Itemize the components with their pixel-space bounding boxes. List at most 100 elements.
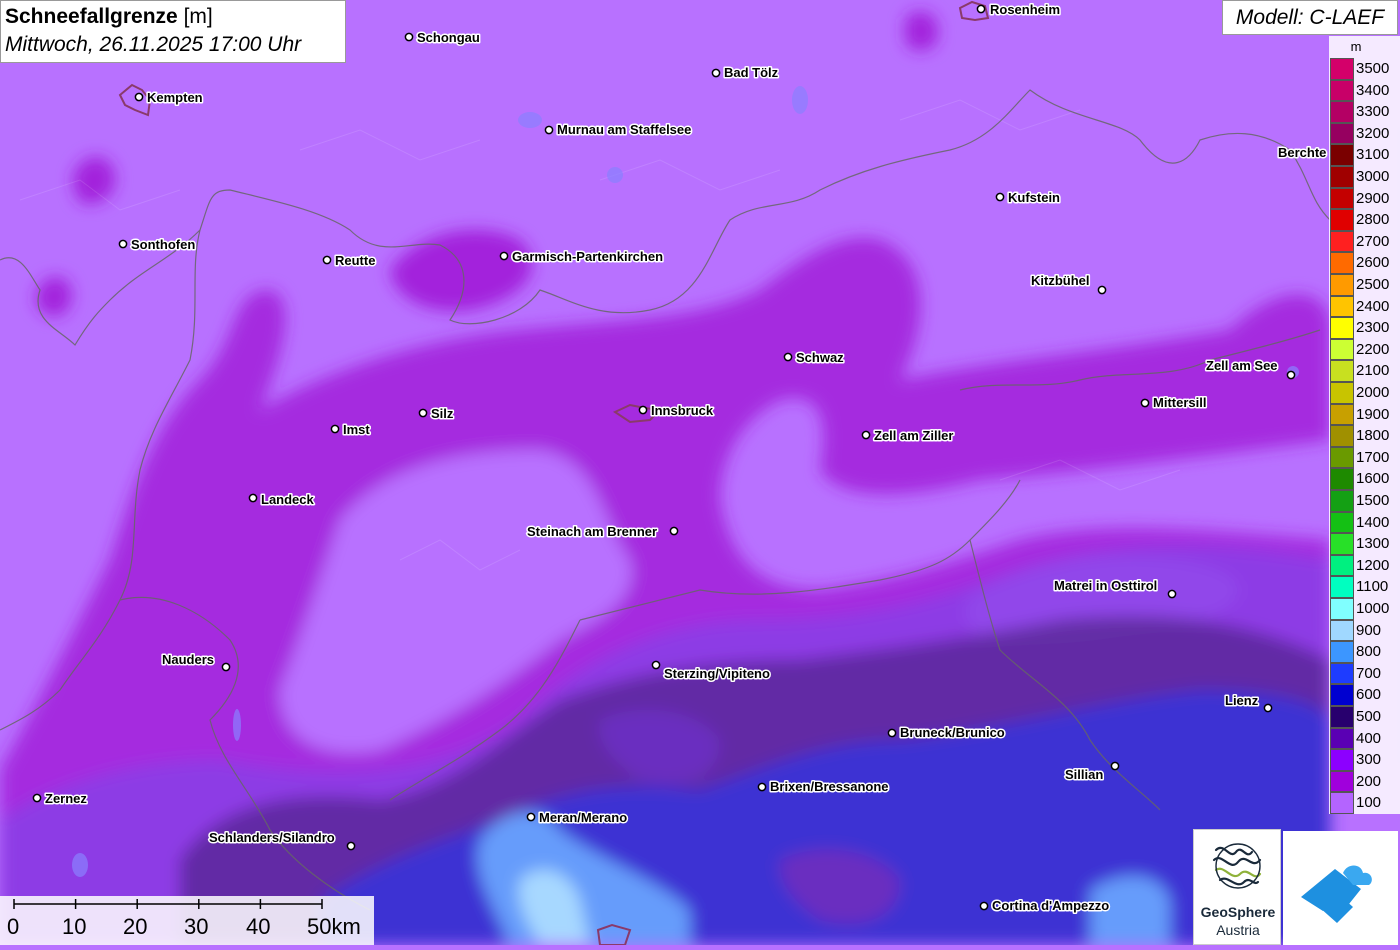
city-marker[interactable] [669, 526, 679, 536]
city-marker[interactable] [1140, 398, 1150, 408]
legend-value: 100 [1356, 794, 1382, 812]
legend-value: 700 [1356, 664, 1382, 682]
city-marker[interactable] [330, 424, 340, 434]
geosphere-logo[interactable]: GeoSphere Austria [1193, 829, 1281, 945]
city-label-lienz: Lienz [1225, 693, 1259, 708]
city-label-zell-am-see: Zell am See [1206, 358, 1278, 373]
city-marker[interactable] [979, 901, 989, 911]
cloud-arrow-icon [1301, 865, 1372, 923]
city-marker[interactable] [418, 408, 428, 418]
legend-swatch [1330, 317, 1354, 339]
legend-swatch [1330, 446, 1354, 469]
city-marker[interactable] [248, 493, 258, 503]
legend-row: 2500 [1329, 274, 1400, 296]
legend-value: 1400 [1356, 513, 1390, 531]
legend-value: 1300 [1356, 535, 1390, 553]
legend-row: 900 [1329, 619, 1400, 642]
legend-value: 2600 [1356, 254, 1390, 272]
legend-swatch [1330, 209, 1354, 231]
legend-swatch [1330, 382, 1354, 404]
legend-value: 2100 [1356, 362, 1390, 380]
city-marker[interactable] [1167, 589, 1177, 599]
city-marker[interactable] [638, 405, 648, 415]
legend-value: 1200 [1356, 556, 1390, 574]
legend-swatch [1330, 360, 1354, 382]
legend-value: 2800 [1356, 211, 1390, 229]
snowfall-limit-map: Rosenheim Schongau Kempten Bad Tölz Murn… [0, 0, 1400, 945]
city-marker[interactable] [1097, 285, 1107, 295]
legend-value: 1100 [1356, 578, 1389, 596]
city-marker[interactable] [1286, 370, 1296, 380]
legend-swatch [1330, 619, 1354, 642]
city-marker[interactable] [544, 125, 554, 135]
weather-app-logo[interactable] [1283, 831, 1398, 945]
city-marker[interactable] [757, 782, 767, 792]
scale-label: 10 [62, 914, 86, 939]
city-marker[interactable] [499, 251, 509, 261]
legend-swatch [1330, 706, 1354, 728]
legend-row: 2400 [1329, 295, 1400, 318]
legend-swatch [1330, 511, 1354, 534]
city-marker[interactable] [32, 793, 42, 803]
scale-label: 0 [7, 914, 19, 939]
legend-row: 1700 [1329, 446, 1400, 469]
legend-swatch [1330, 533, 1354, 555]
city-marker[interactable] [118, 239, 128, 249]
legend-value: 900 [1356, 621, 1382, 639]
city-marker[interactable] [995, 192, 1005, 202]
model-label: Modell: C-LAEF [1222, 0, 1398, 35]
city-marker[interactable] [1263, 703, 1273, 713]
geosphere-country: Austria [1216, 922, 1260, 938]
legend-row: 1100 [1329, 576, 1400, 598]
city-marker[interactable] [526, 812, 536, 822]
city-marker[interactable] [221, 662, 231, 672]
city-label-murnau: Murnau am Staffelsee [557, 122, 691, 137]
legend-row: 2200 [1329, 338, 1400, 361]
scale-label: 40 [246, 914, 270, 939]
title-main: Schneefallgrenze [5, 5, 178, 28]
city-marker[interactable] [134, 92, 144, 102]
city-label-innsbruck: Innsbruck [651, 403, 714, 418]
legend-row: 3000 [1329, 166, 1400, 188]
legend-row: 800 [1329, 641, 1400, 663]
legend-swatch [1330, 576, 1354, 598]
legend-value: 2300 [1356, 319, 1390, 337]
city-label-berchtesgaden: Berchte [1278, 145, 1326, 160]
city-marker[interactable] [861, 430, 871, 440]
legend-row: 1900 [1329, 403, 1400, 426]
legend-swatch [1330, 598, 1354, 620]
legend-row: 2900 [1329, 187, 1400, 210]
legend-swatch [1330, 749, 1354, 771]
city-marker[interactable] [887, 728, 897, 738]
city-marker[interactable] [1110, 761, 1120, 771]
legend-swatch [1330, 101, 1354, 123]
legend-value: 600 [1356, 686, 1382, 704]
legend-row: 1000 [1329, 598, 1400, 620]
city-marker[interactable] [711, 68, 721, 78]
legend-swatch [1330, 144, 1354, 166]
legend-value: 3100 [1356, 146, 1390, 164]
city-marker[interactable] [322, 255, 332, 265]
city-label-zernez: Zernez [45, 791, 87, 806]
city-marker[interactable] [346, 841, 356, 851]
city-label-schlanders: Schlanders/Silandro [209, 830, 335, 845]
city-marker[interactable] [976, 4, 986, 14]
city-label-nauders: Nauders [162, 652, 214, 667]
city-marker[interactable] [404, 32, 414, 42]
legend-swatch [1330, 554, 1354, 577]
legend-unit: m [1350, 39, 1362, 54]
legend-swatch [1330, 770, 1354, 793]
city-marker[interactable] [651, 660, 661, 670]
legend-value: 1800 [1356, 427, 1390, 445]
legend-row: 100 [1329, 792, 1400, 814]
legend-row: 200 [1329, 770, 1400, 793]
legend-value: 400 [1356, 729, 1382, 747]
city-label-reutte: Reutte [335, 253, 375, 268]
city-label-zell-am-ziller: Zell am Ziller [874, 428, 953, 443]
city-marker[interactable] [783, 352, 793, 362]
legend-row: 1200 [1329, 554, 1400, 577]
legend-value: 500 [1356, 708, 1382, 725]
legend-value: 3200 [1356, 124, 1390, 142]
city-label-schwaz: Schwaz [796, 350, 844, 365]
legend-value: 3400 [1356, 81, 1390, 99]
